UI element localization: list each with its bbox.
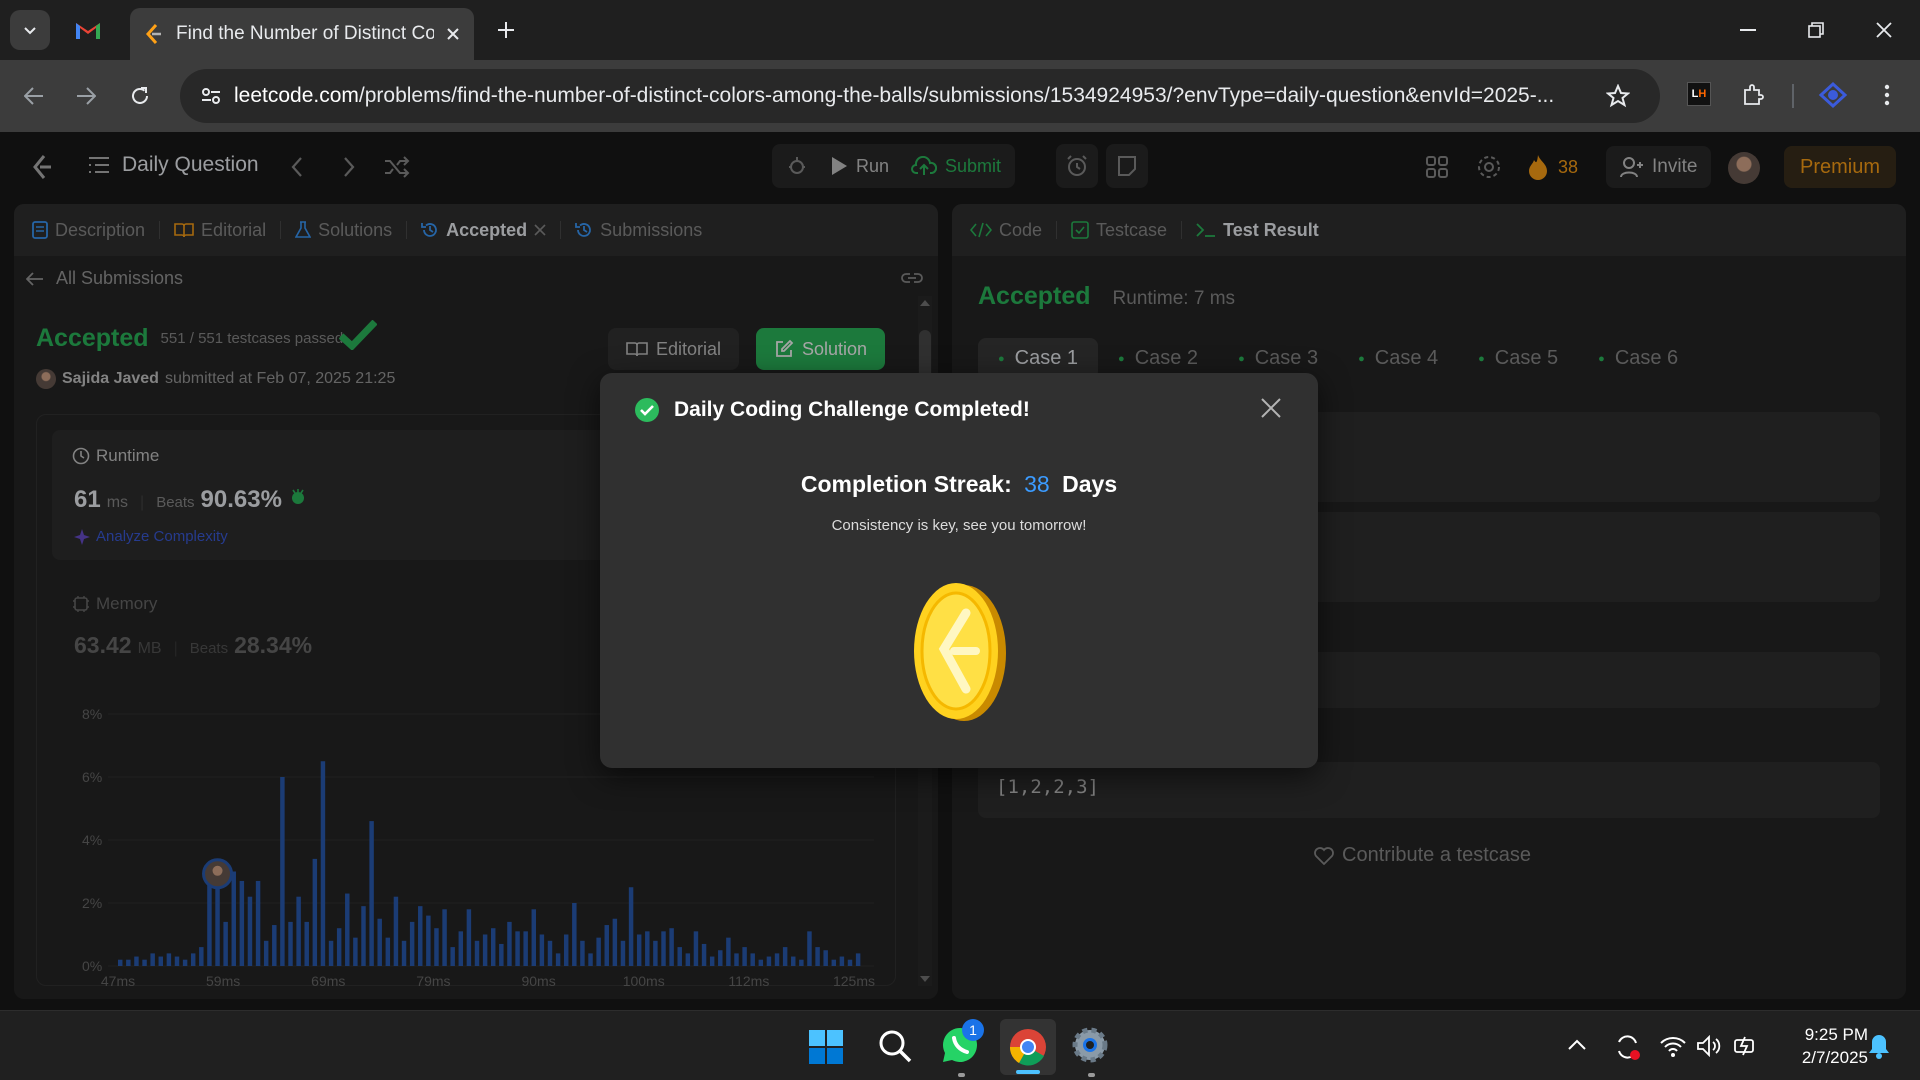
reload-icon bbox=[132, 87, 148, 104]
chrome-icon bbox=[1009, 1029, 1046, 1066]
daily-challenge-modal: Daily Coding Challenge Completed! Comple… bbox=[600, 373, 1318, 768]
notification-badge: 1 bbox=[962, 1019, 984, 1041]
leetcode-favicon-icon bbox=[145, 24, 161, 44]
tab-search-button[interactable] bbox=[10, 10, 50, 50]
tab-title: Find the Number of Distinct Co bbox=[176, 23, 434, 44]
sync-status-icon[interactable] bbox=[1614, 1033, 1642, 1061]
running-indicator bbox=[1088, 1073, 1095, 1077]
gold-coin-icon bbox=[914, 583, 1006, 721]
battery-charging-icon[interactable] bbox=[1732, 1033, 1760, 1059]
modal-close-icon[interactable] bbox=[1260, 397, 1282, 419]
windows-taskbar: 1 9:25 PM 2/7/2025 bbox=[0, 1010, 1920, 1080]
browser-toolbar: leetcode.com/problems/find-the-number-of… bbox=[0, 60, 1920, 132]
toolbar-divider bbox=[1792, 84, 1794, 108]
clock[interactable]: 9:25 PM 2/7/2025 bbox=[1776, 1023, 1868, 1069]
arrow-right-icon bbox=[77, 87, 96, 105]
close-icon bbox=[1876, 22, 1892, 38]
active-tab[interactable]: Find the Number of Distinct Co bbox=[130, 8, 474, 60]
wifi-icon[interactable] bbox=[1660, 1035, 1686, 1057]
close-window-button[interactable] bbox=[1866, 14, 1902, 46]
plus-icon bbox=[498, 22, 514, 38]
minimize-icon bbox=[1740, 29, 1756, 31]
search-icon[interactable] bbox=[878, 1029, 912, 1063]
extensions-button[interactable] bbox=[1738, 80, 1768, 110]
settings-gear-icon bbox=[1072, 1027, 1108, 1063]
volume-icon[interactable] bbox=[1696, 1035, 1722, 1057]
reload-button[interactable] bbox=[122, 78, 158, 114]
modal-header: Daily Coding Challenge Completed! bbox=[634, 397, 1030, 423]
address-bar[interactable]: leetcode.com/problems/find-the-number-of… bbox=[180, 69, 1660, 123]
whatsapp-app[interactable]: 1 bbox=[940, 1019, 984, 1077]
chrome-app[interactable] bbox=[1000, 1019, 1056, 1075]
browser-menu-button[interactable] bbox=[1872, 80, 1902, 110]
arrow-left-icon bbox=[24, 87, 43, 105]
forward-button[interactable] bbox=[68, 78, 104, 114]
clock-date: 2/7/2025 bbox=[1801, 1048, 1868, 1067]
profile-extension-button[interactable] bbox=[1816, 78, 1850, 112]
new-tab-button[interactable] bbox=[490, 14, 522, 46]
clock-time: 9:25 PM bbox=[1804, 1025, 1868, 1044]
chevron-up-icon[interactable] bbox=[1568, 1039, 1586, 1051]
url-host: leetcode.com bbox=[234, 84, 359, 107]
bookmark-star-icon[interactable] bbox=[1606, 84, 1630, 108]
browser-tab-bar: Find the Number of Distinct Co bbox=[0, 0, 1920, 60]
minimize-button[interactable] bbox=[1730, 14, 1766, 46]
running-indicator bbox=[1016, 1070, 1040, 1074]
restore-icon bbox=[1808, 22, 1824, 38]
chevron-down-icon bbox=[24, 27, 36, 35]
close-tab-icon[interactable] bbox=[446, 27, 460, 41]
kebab-menu-icon bbox=[1884, 84, 1890, 106]
gmail-pinned-tab[interactable] bbox=[74, 16, 102, 44]
back-button[interactable] bbox=[16, 78, 52, 114]
lighthouse-extension-icon[interactable]: LH bbox=[1687, 82, 1711, 106]
puzzle-icon bbox=[1744, 84, 1764, 105]
windows-start-icon[interactable] bbox=[808, 1029, 844, 1065]
check-circle-icon bbox=[635, 398, 659, 422]
url-path: /problems/find-the-number-of-distinct-co… bbox=[358, 84, 1555, 107]
notification-bell-icon[interactable] bbox=[1868, 1033, 1890, 1059]
restore-button[interactable] bbox=[1798, 14, 1834, 46]
streak-line: Completion Streak: 38 Days bbox=[800, 471, 1118, 497]
modal-title: Daily Coding Challenge Completed! bbox=[674, 398, 1030, 421]
settings-app[interactable] bbox=[1070, 1025, 1114, 1077]
site-info-icon[interactable] bbox=[200, 85, 222, 107]
ring-icon bbox=[1818, 81, 1848, 109]
running-indicator bbox=[958, 1073, 965, 1077]
gmail-icon bbox=[76, 23, 100, 39]
modal-subtitle: Consistency is key, see you tomorrow! bbox=[831, 517, 1087, 534]
